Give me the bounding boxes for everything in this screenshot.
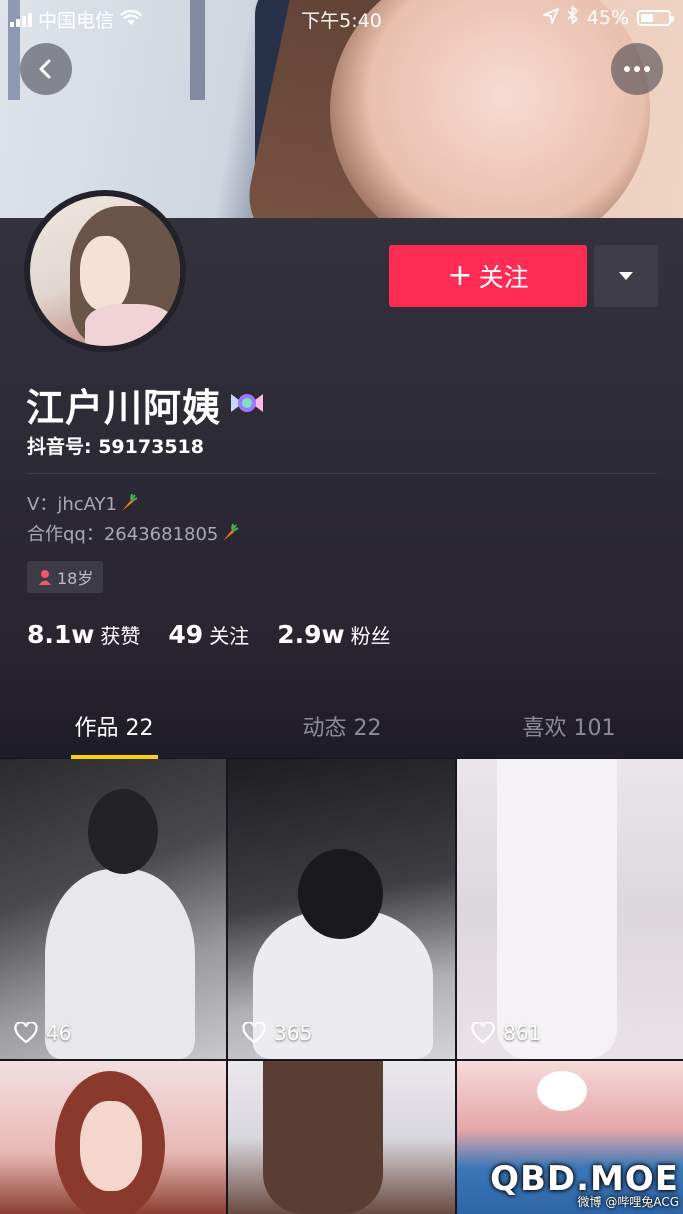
bio-line-1: V：jhcAY1 bbox=[27, 490, 139, 518]
stat-followers[interactable]: 2.9w 粉丝 bbox=[277, 620, 390, 649]
divider bbox=[27, 473, 657, 474]
tab-works[interactable]: 作品 22 bbox=[0, 710, 228, 742]
stat-value: 49 bbox=[168, 620, 204, 649]
watermark-title: QBD.MOE bbox=[490, 1159, 679, 1199]
video-thumbnail[interactable] bbox=[228, 1061, 455, 1214]
recommend-dropdown-button[interactable] bbox=[594, 245, 658, 307]
back-button[interactable] bbox=[20, 43, 72, 95]
follow-label: 关注 bbox=[478, 263, 529, 292]
watermark: QBD.MOE 微博 @哔哩兔ACG bbox=[490, 1162, 679, 1208]
stat-label: 粉丝 bbox=[350, 624, 391, 648]
candy-icon bbox=[227, 383, 267, 427]
heart-icon bbox=[471, 1022, 495, 1044]
video-thumbnail[interactable]: 861 bbox=[457, 759, 683, 1059]
follow-button[interactable]: + 关注 bbox=[389, 245, 587, 307]
like-count-value: 861 bbox=[503, 1021, 542, 1045]
video-grid: 46 365 861 bbox=[0, 759, 683, 1214]
heart-icon bbox=[242, 1022, 266, 1044]
back-arrow-icon bbox=[39, 59, 51, 79]
like-count: 861 bbox=[471, 1021, 541, 1045]
tab-moments[interactable]: 动态 22 bbox=[228, 710, 456, 742]
battery-percent: 45% bbox=[586, 6, 629, 29]
stats-row: 8.1w 获赞 49 关注 2.9w 粉丝 bbox=[27, 620, 391, 649]
content-tabs: 作品 22 动态 22 喜欢 101 bbox=[0, 700, 683, 760]
stat-label: 关注 bbox=[209, 624, 250, 648]
stat-value: 2.9w bbox=[277, 620, 345, 649]
like-count: 365 bbox=[242, 1021, 312, 1045]
bio-text-2: 合作qq：2643681805 bbox=[27, 524, 219, 545]
like-count-value: 46 bbox=[46, 1021, 72, 1045]
follow-plus: + bbox=[447, 258, 473, 293]
chevron-down-icon bbox=[619, 272, 633, 280]
video-thumbnail[interactable]: 365 bbox=[228, 759, 455, 1059]
tab-indicator bbox=[71, 755, 158, 759]
carrot-icon bbox=[119, 493, 139, 518]
battery-icon bbox=[637, 9, 674, 26]
profile-name-row: 江户川阿姨 bbox=[26, 377, 267, 432]
profile-name: 江户川阿姨 bbox=[26, 386, 222, 430]
age-label: 18岁 bbox=[57, 569, 94, 588]
stat-following[interactable]: 49 关注 bbox=[168, 620, 249, 649]
tab-likes[interactable]: 喜欢 101 bbox=[455, 710, 683, 742]
location-icon bbox=[542, 7, 559, 29]
bio-text-1: V：jhcAY1 bbox=[27, 494, 117, 515]
like-count-value: 365 bbox=[274, 1021, 313, 1045]
status-bar: 中国电信 下午5:40 45% bbox=[0, 0, 683, 36]
avatar[interactable] bbox=[24, 190, 186, 352]
more-icon bbox=[624, 66, 650, 72]
heart-icon bbox=[14, 1022, 38, 1044]
stat-likes[interactable]: 8.1w 获赞 bbox=[27, 620, 140, 649]
douyin-id: 抖音号: 59173518 bbox=[27, 436, 204, 458]
carrot-icon bbox=[220, 523, 240, 548]
stat-value: 8.1w bbox=[27, 620, 95, 649]
stat-label: 获赞 bbox=[100, 624, 141, 648]
like-count: 46 bbox=[14, 1021, 71, 1045]
bio-line-2: 合作qq：2643681805 bbox=[27, 520, 240, 548]
female-icon bbox=[39, 570, 51, 585]
age-tag: 18岁 bbox=[27, 561, 104, 593]
bluetooth-icon bbox=[567, 4, 579, 29]
video-thumbnail[interactable] bbox=[0, 1061, 226, 1214]
video-thumbnail[interactable]: 46 bbox=[0, 759, 226, 1059]
more-button[interactable] bbox=[611, 43, 663, 95]
